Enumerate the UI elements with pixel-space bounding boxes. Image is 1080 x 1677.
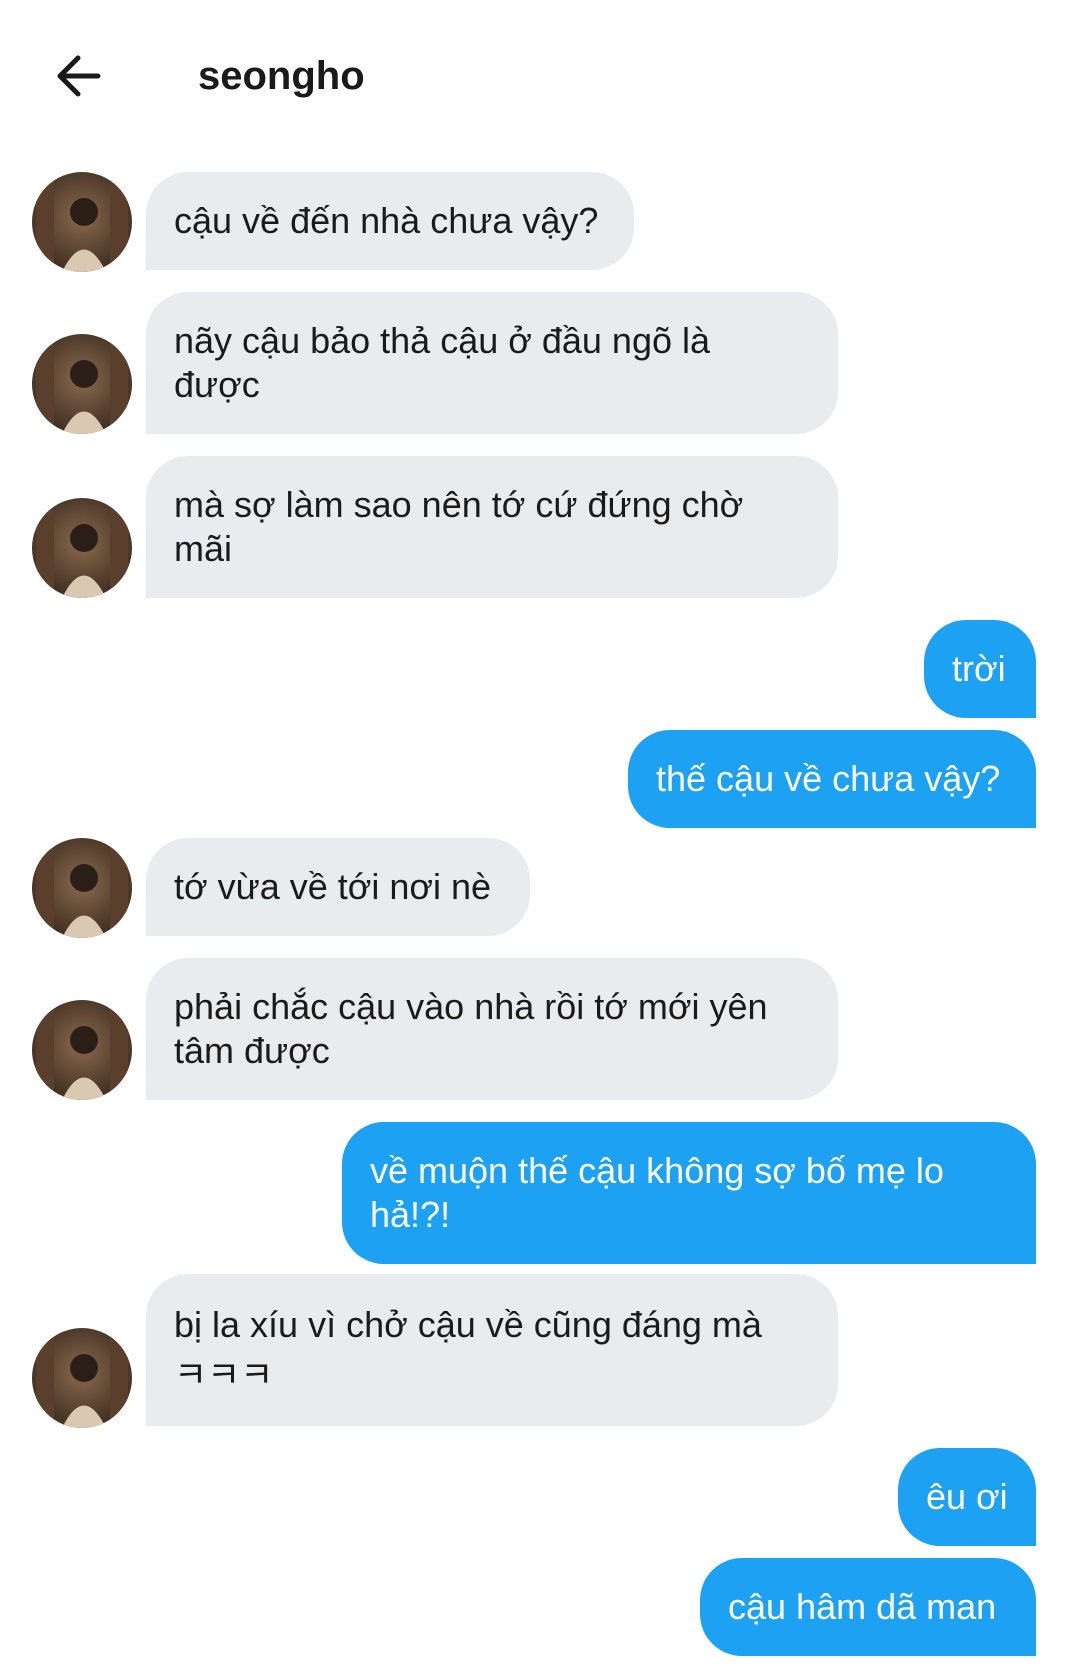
chat-title: seongho [198, 54, 365, 98]
avatar[interactable] [32, 498, 132, 598]
back-button[interactable] [48, 48, 108, 104]
outgoing-message: về muộn thế cậu không sợ bố mẹ lo hả!?! [342, 1122, 1036, 1264]
incoming-message: bị la xíu vì chở cậu về cũng đáng mà ㅋㅋㅋ [146, 1274, 838, 1426]
incoming-message: nãy cậu bảo thả cậu ở đầu ngõ là được [146, 292, 838, 434]
incoming-message: tớ vừa về tới nơi nè [146, 838, 530, 936]
incoming-message: cậu về đến nhà chưa vậy? [146, 172, 634, 270]
avatar[interactable] [32, 172, 132, 272]
outgoing-message: thế cậu về chưa vậy? [628, 730, 1036, 828]
avatar[interactable] [32, 334, 132, 434]
chat-header: seongho [0, 0, 1080, 150]
arrow-left-icon [57, 55, 101, 97]
outgoing-message: cậu hâm dã man [700, 1558, 1036, 1656]
incoming-message: mà sợ làm sao nên tớ cứ đứng chờ mãi [146, 456, 838, 598]
outgoing-message: trời [924, 620, 1036, 718]
avatar[interactable] [32, 838, 132, 938]
incoming-message: phải chắc cậu vào nhà rồi tớ mới yên tâm… [146, 958, 838, 1100]
avatar[interactable] [32, 1328, 132, 1428]
outgoing-message: êu ơi [898, 1448, 1036, 1546]
avatar[interactable] [32, 1000, 132, 1100]
